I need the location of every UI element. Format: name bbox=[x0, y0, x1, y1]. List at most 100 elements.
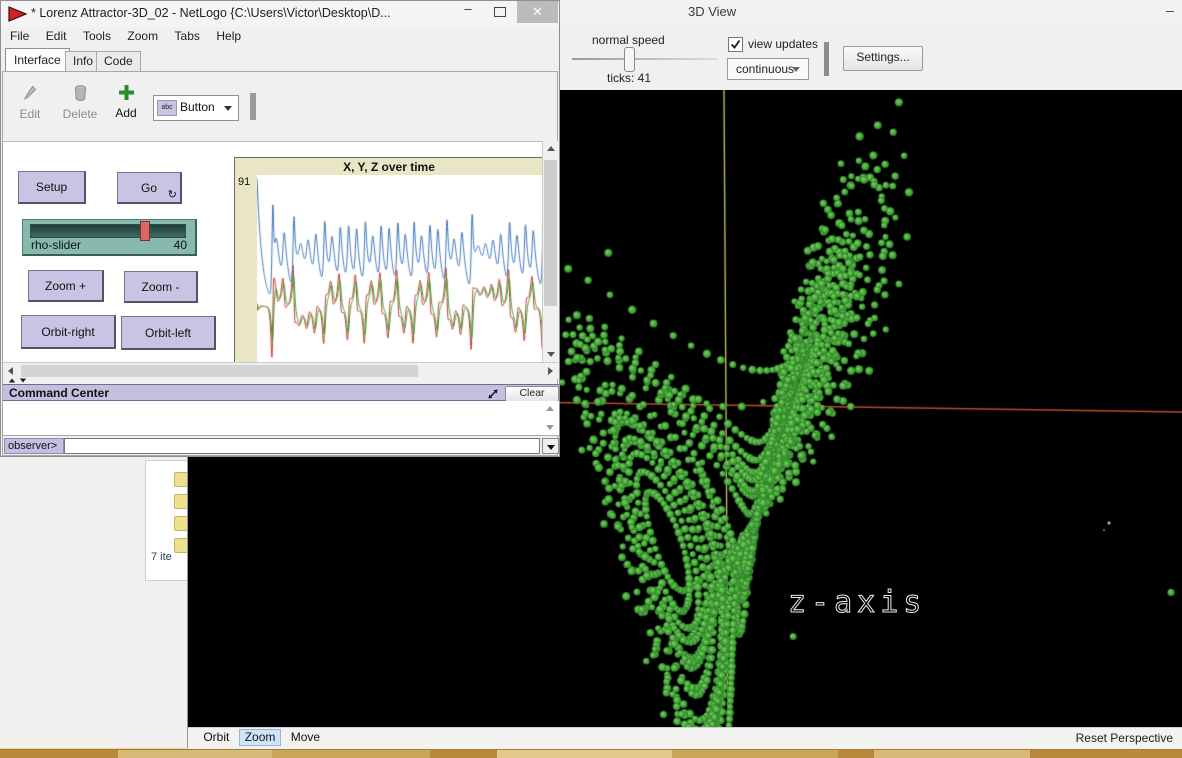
plot-widget: X, Y, Z over time 91 bbox=[234, 157, 544, 365]
pencil-icon bbox=[23, 85, 37, 101]
plot-title: X, Y, Z over time bbox=[235, 160, 543, 174]
widget-type-value: Button bbox=[180, 100, 215, 114]
slider-label: rho-slider bbox=[31, 238, 81, 252]
minimize-button[interactable]: – bbox=[453, 1, 483, 23]
plus-icon bbox=[119, 85, 134, 100]
clear-button[interactable]: Clear bbox=[505, 386, 559, 402]
interface-canvas: Setup Go ↻ rho-slider 40 Zoom + Zoom - O… bbox=[3, 141, 542, 363]
z-axis-label: z-axis bbox=[788, 585, 926, 620]
netlogo-window: * Lorenz Attractor-3D_02 - NetLogo {C:\U… bbox=[0, 0, 560, 457]
chevron-down-icon bbox=[547, 445, 555, 450]
forever-icon: ↻ bbox=[168, 188, 177, 201]
maximize-button[interactable] bbox=[485, 1, 515, 23]
taskbar-segment bbox=[0, 750, 118, 758]
command-center-output[interactable] bbox=[3, 401, 559, 436]
zoom-out-button[interactable]: Zoom - bbox=[124, 271, 198, 303]
tab-zoom[interactable]: Zoom bbox=[239, 729, 282, 746]
explorer-folder-panel: 7 ite bbox=[145, 460, 188, 581]
chevron-down-icon bbox=[224, 106, 232, 111]
scrollbar-thumb[interactable] bbox=[21, 365, 418, 377]
scroll-down-icon[interactable] bbox=[547, 352, 555, 357]
orbit-right-label: Orbit-right bbox=[22, 325, 114, 339]
3d-view-bottombar: Orbit Zoom Move Reset Perspective bbox=[188, 727, 1182, 749]
tab-interface[interactable]: Interface bbox=[5, 48, 70, 72]
settings-button[interactable]: Settings... bbox=[843, 46, 923, 71]
horizontal-scrollbar[interactable] bbox=[3, 362, 558, 379]
maximize-icon bbox=[494, 7, 506, 17]
zoom-in-label: Zoom + bbox=[29, 279, 102, 293]
taskbar-segment bbox=[118, 750, 272, 758]
view-updates-checkbox[interactable] bbox=[728, 37, 743, 52]
taskbar[interactable] bbox=[0, 748, 1182, 758]
desktop: 7 ite 3D View – normal speed ticks: 41 bbox=[0, 0, 1182, 758]
orbit-right-button[interactable]: Orbit-right bbox=[21, 315, 116, 349]
abc-widget-icon: abc bbox=[157, 100, 177, 116]
delete-label: Delete bbox=[61, 107, 99, 121]
splitter-down-icon bbox=[20, 379, 26, 383]
orbit-left-button[interactable]: Orbit-left bbox=[121, 316, 216, 350]
output-scroll-up-icon[interactable] bbox=[546, 406, 554, 411]
command-center-title: Command Center bbox=[9, 386, 109, 400]
splitter-up-icon bbox=[9, 379, 15, 383]
widget-type-select[interactable]: abc Button bbox=[153, 95, 239, 121]
add-widget-button[interactable]: Add bbox=[112, 85, 140, 120]
orbit-left-label: Orbit-left bbox=[122, 326, 214, 340]
edit-widget-button[interactable]: Edit bbox=[15, 85, 45, 121]
command-center-header: Command Center Clear bbox=[3, 384, 559, 401]
slider-value: 40 bbox=[174, 238, 187, 252]
tab-orbit[interactable]: Orbit bbox=[197, 729, 235, 746]
menubar: File Edit Tools Zoom Tabs Help bbox=[1, 27, 559, 47]
tabbar: Interface Info Code bbox=[1, 47, 559, 72]
command-line: observer> bbox=[3, 438, 559, 455]
update-mode-select[interactable]: continuous bbox=[727, 58, 809, 80]
reset-perspective-button[interactable]: Reset Perspective bbox=[1076, 731, 1173, 745]
observer-prompt: observer> bbox=[4, 438, 64, 454]
add-label: Add bbox=[112, 106, 140, 120]
delete-widget-button[interactable]: Delete bbox=[61, 85, 99, 121]
scroll-up-icon[interactable] bbox=[547, 146, 555, 151]
history-dropdown-button[interactable] bbox=[542, 438, 559, 454]
ticks-counter: ticks: 41 bbox=[607, 71, 651, 85]
output-scroll-down-icon[interactable] bbox=[546, 425, 554, 430]
explorer-item-count: 7 ite bbox=[151, 551, 172, 563]
menu-tools[interactable]: Tools bbox=[83, 29, 111, 43]
chevron-down-icon bbox=[792, 67, 800, 72]
close-button[interactable]: ✕ bbox=[517, 1, 558, 23]
menu-help[interactable]: Help bbox=[216, 29, 241, 43]
plot-series-render bbox=[257, 175, 543, 364]
slider-handle[interactable] bbox=[140, 221, 150, 241]
speed-slider-thumb[interactable] bbox=[624, 47, 635, 72]
plot-area bbox=[257, 175, 543, 364]
zoom-out-label: Zoom - bbox=[125, 280, 196, 294]
expand-icon[interactable] bbox=[487, 387, 499, 399]
taskbar-segment bbox=[430, 750, 497, 758]
window-title: * Lorenz Attractor-3D_02 - NetLogo {C:\U… bbox=[31, 6, 391, 20]
menu-zoom[interactable]: Zoom bbox=[127, 29, 158, 43]
menu-file[interactable]: File bbox=[10, 29, 29, 43]
scrollbar-thumb[interactable] bbox=[544, 160, 557, 306]
trash-icon bbox=[74, 85, 87, 101]
scroll-left-icon[interactable] bbox=[8, 367, 13, 375]
go-button[interactable]: Go ↻ bbox=[117, 172, 182, 204]
rho-slider[interactable]: rho-slider 40 bbox=[22, 219, 197, 256]
tab-move[interactable]: Move bbox=[285, 729, 326, 746]
setup-button[interactable]: Setup bbox=[18, 171, 86, 204]
menu-tabs[interactable]: Tabs bbox=[175, 29, 200, 43]
tab-code[interactable]: Code bbox=[96, 51, 141, 72]
scroll-right-icon[interactable] bbox=[548, 367, 553, 375]
minimize-icon[interactable]: – bbox=[1166, 2, 1174, 18]
plot-ymax-label: 91 bbox=[238, 176, 250, 188]
speed-slider-track[interactable] bbox=[572, 58, 717, 60]
taskbar-segment bbox=[672, 750, 838, 758]
3d-view-title: 3D View bbox=[688, 4, 736, 19]
taskbar-segment bbox=[497, 750, 672, 758]
netlogo-titlebar[interactable]: * Lorenz Attractor-3D_02 - NetLogo {C:\U… bbox=[1, 1, 559, 27]
vertical-scrollbar[interactable] bbox=[542, 141, 559, 362]
taskbar-segment bbox=[874, 750, 1030, 758]
zoom-in-button[interactable]: Zoom + bbox=[28, 270, 104, 302]
command-input[interactable] bbox=[64, 438, 540, 454]
edit-label: Edit bbox=[15, 107, 45, 121]
menu-edit[interactable]: Edit bbox=[46, 29, 67, 43]
update-mode-value: continuous bbox=[736, 62, 794, 76]
setup-label: Setup bbox=[19, 180, 84, 194]
